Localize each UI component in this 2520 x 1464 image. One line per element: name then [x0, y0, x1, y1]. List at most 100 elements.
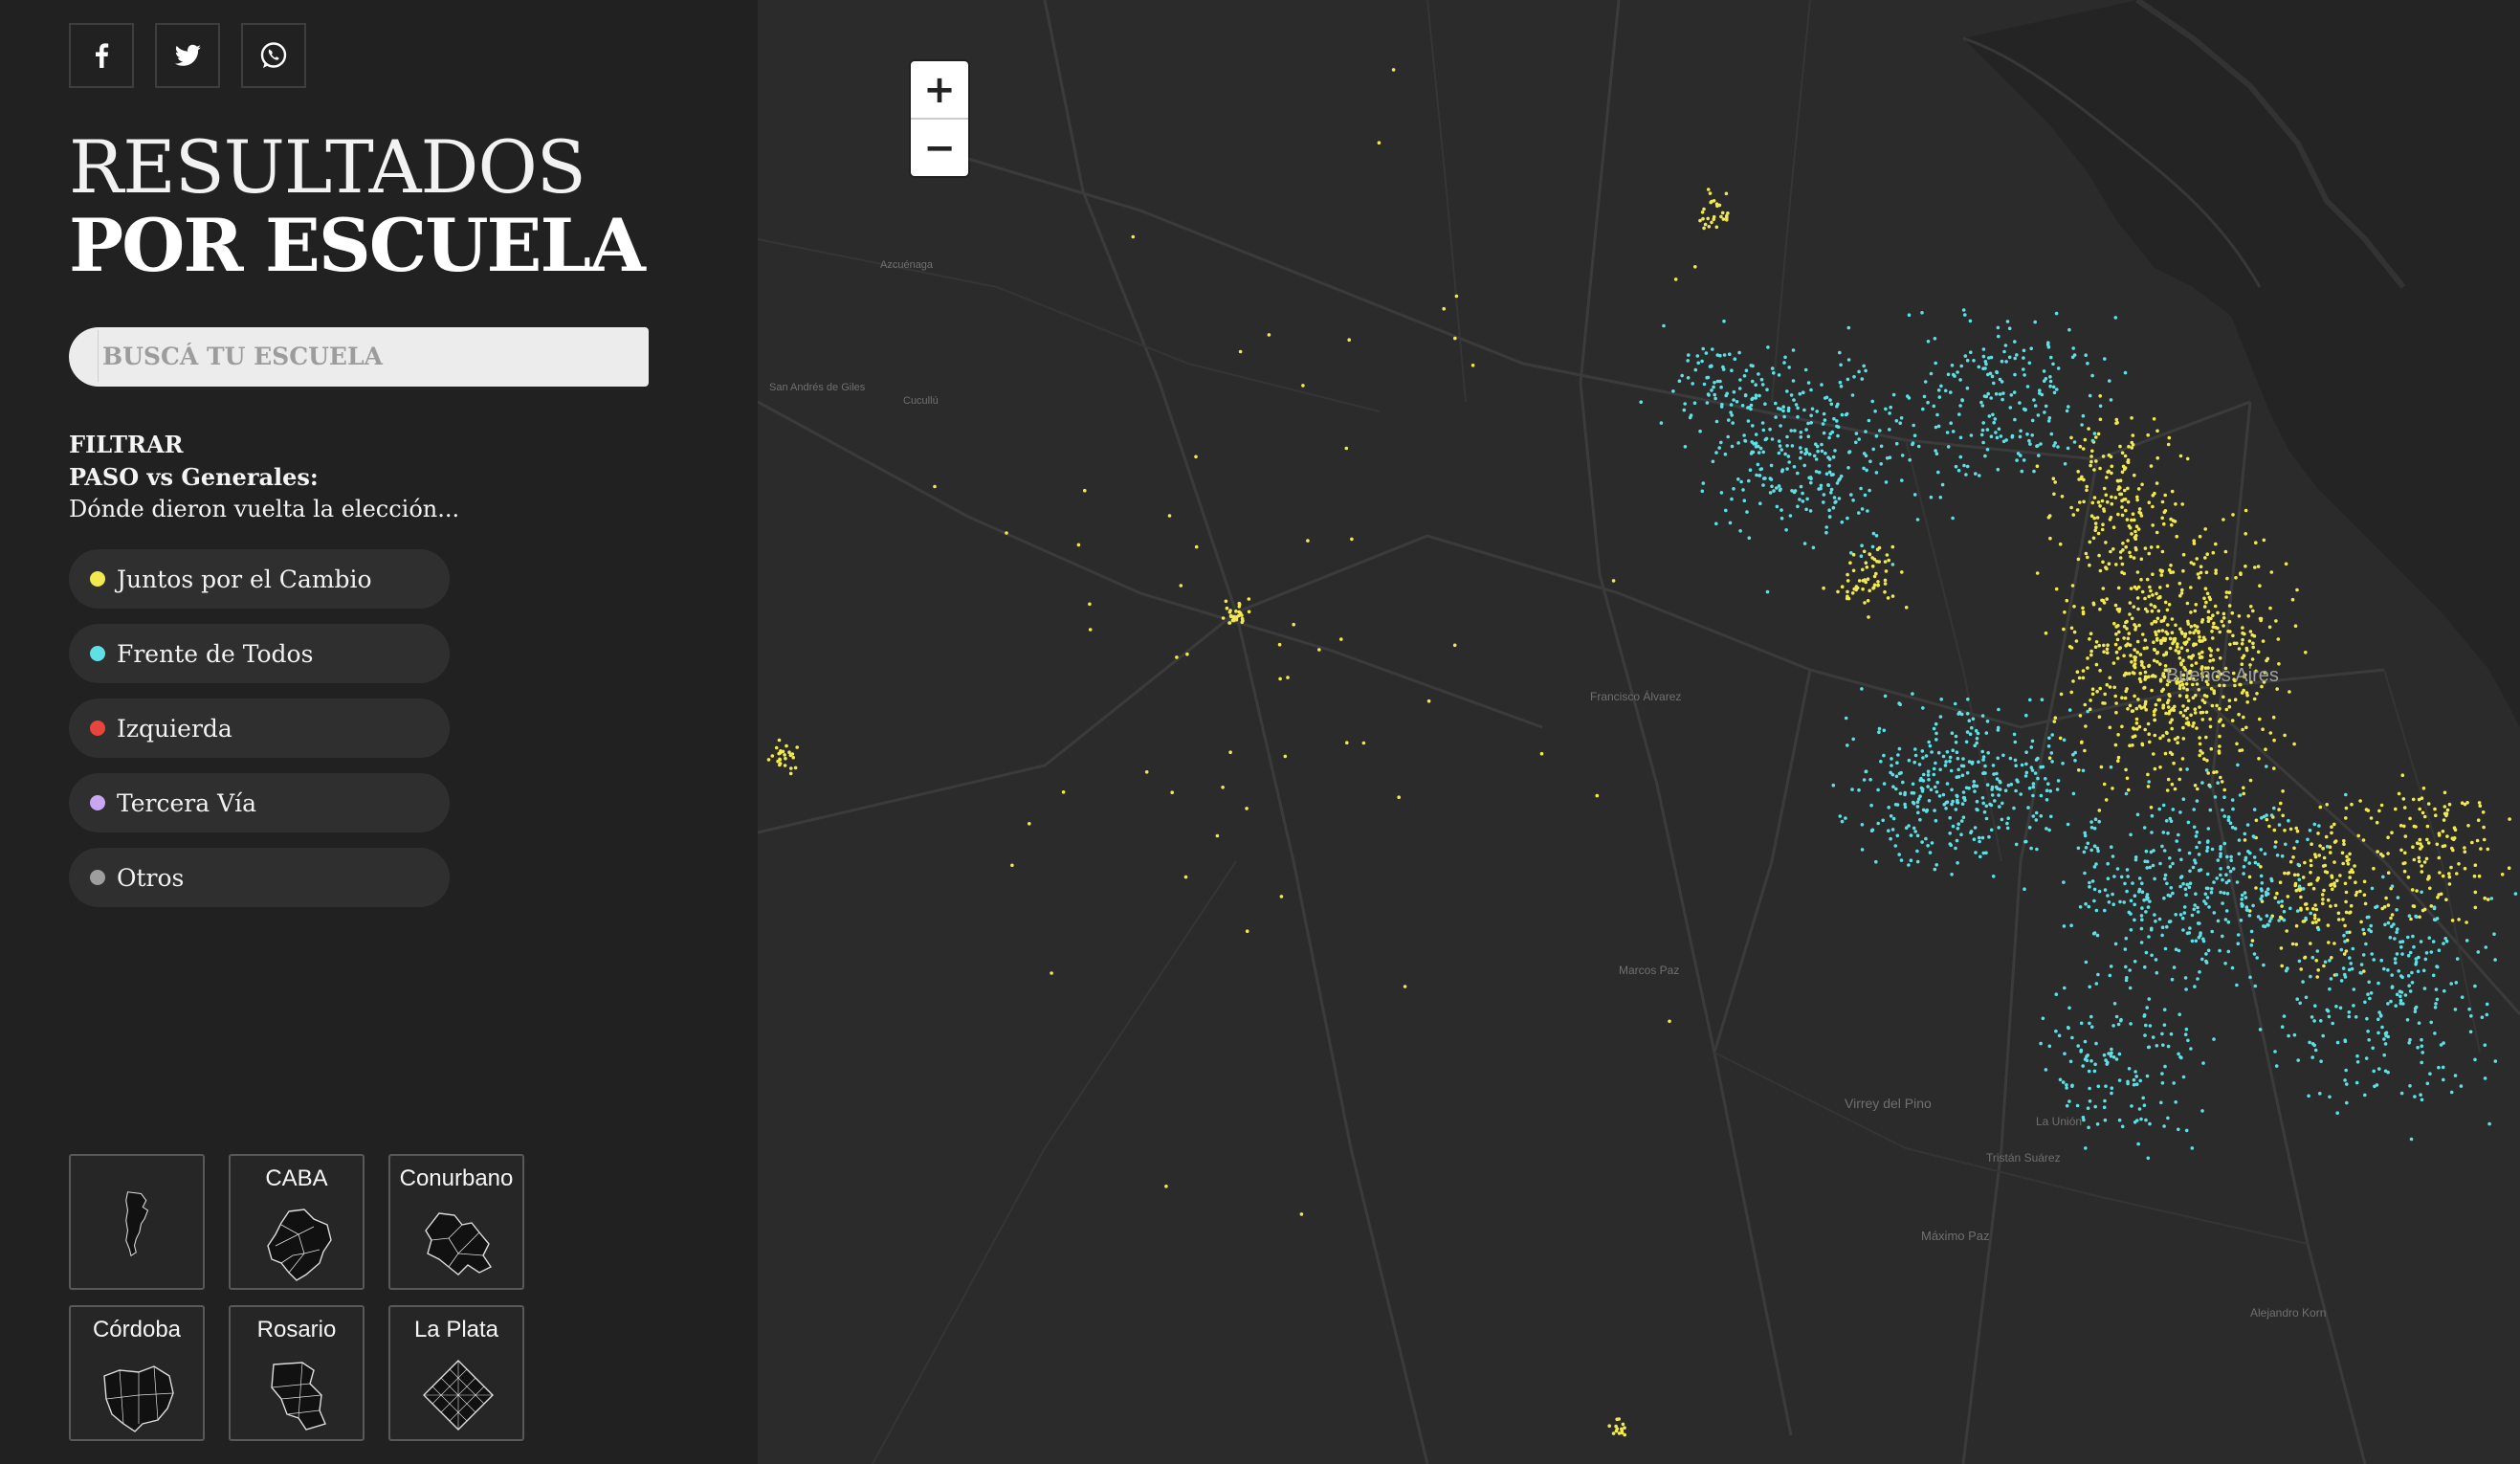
school-dot[interactable] — [2476, 818, 2481, 822]
school-dot[interactable] — [2145, 866, 2149, 870]
school-dot[interactable] — [1877, 545, 1882, 550]
school-dot[interactable] — [2379, 852, 2383, 856]
school-dot[interactable] — [2106, 499, 2110, 504]
school-dot[interactable] — [2013, 758, 2018, 763]
school-dot[interactable] — [2089, 1014, 2093, 1019]
school-dot[interactable] — [2181, 881, 2185, 886]
school-dot[interactable] — [2203, 637, 2207, 642]
school-dot[interactable] — [2205, 896, 2210, 899]
school-dot[interactable] — [2059, 692, 2064, 697]
school-dot[interactable] — [1802, 463, 1806, 468]
school-dot[interactable] — [1801, 499, 1805, 503]
school-dot[interactable] — [2193, 784, 2198, 787]
school-dot[interactable] — [2102, 1105, 2107, 1110]
school-dot[interactable] — [1862, 466, 1866, 471]
school-dot[interactable] — [2228, 821, 2233, 825]
school-dot[interactable] — [2210, 703, 2215, 708]
school-dot[interactable] — [2227, 704, 2232, 709]
school-dot[interactable] — [2225, 892, 2230, 896]
school-dot[interactable] — [2161, 687, 2165, 692]
school-dot[interactable] — [1792, 465, 1797, 469]
school-dot[interactable] — [2405, 1018, 2410, 1022]
school-dot[interactable] — [2273, 896, 2277, 899]
school-dot[interactable] — [1921, 772, 1926, 777]
school-dot[interactable] — [1611, 1431, 1616, 1435]
school-dot[interactable] — [2022, 458, 2026, 462]
school-dot[interactable] — [2420, 845, 2424, 849]
school-dot[interactable] — [1983, 366, 1987, 370]
school-dot[interactable] — [2397, 791, 2401, 796]
school-dot[interactable] — [2144, 1023, 2148, 1028]
school-dot[interactable] — [2221, 901, 2224, 905]
school-dot[interactable] — [1377, 141, 1382, 144]
school-dot[interactable] — [2443, 844, 2447, 848]
school-dot[interactable] — [2228, 642, 2232, 647]
school-dot[interactable] — [2151, 523, 2155, 527]
school-dot[interactable] — [1897, 853, 1901, 856]
school-dot[interactable] — [1830, 430, 1835, 434]
school-dot[interactable] — [1986, 391, 1990, 396]
school-dot[interactable] — [2052, 720, 2057, 723]
school-dot[interactable] — [2161, 1043, 2165, 1047]
school-dot[interactable] — [2181, 737, 2186, 741]
school-dot[interactable] — [2214, 568, 2218, 572]
school-dot[interactable] — [2230, 719, 2235, 722]
school-dot[interactable] — [2136, 698, 2140, 701]
school-dot[interactable] — [2023, 774, 2028, 778]
school-dot[interactable] — [2463, 866, 2467, 871]
school-dot[interactable] — [1701, 216, 1705, 221]
school-dot[interactable] — [1747, 536, 1752, 540]
school-dot[interactable] — [2420, 870, 2424, 874]
school-dot[interactable] — [1975, 737, 1979, 741]
school-dot[interactable] — [2222, 616, 2226, 620]
school-dot[interactable] — [1907, 863, 1911, 867]
school-dot[interactable] — [2222, 841, 2227, 846]
school-dot[interactable] — [1937, 794, 1942, 798]
school-dot[interactable] — [2169, 886, 2174, 890]
school-dot[interactable] — [2402, 806, 2407, 810]
school-dot[interactable] — [2237, 852, 2242, 856]
school-dot[interactable] — [2058, 1077, 2063, 1082]
school-dot[interactable] — [2109, 398, 2113, 402]
school-dot[interactable] — [2178, 810, 2182, 814]
school-dot[interactable] — [1963, 354, 1968, 358]
school-dot[interactable] — [1772, 371, 1776, 375]
school-dot[interactable] — [2130, 518, 2133, 522]
school-dot[interactable] — [2292, 846, 2296, 851]
school-dot[interactable] — [1703, 222, 1708, 227]
school-dot[interactable] — [2233, 827, 2238, 831]
school-dot[interactable] — [2124, 936, 2129, 941]
school-dot[interactable] — [2330, 874, 2333, 878]
school-dot[interactable] — [1927, 799, 1932, 803]
school-dot[interactable] — [2412, 944, 2416, 949]
school-dot[interactable] — [2154, 708, 2157, 712]
school-dot[interactable] — [2309, 882, 2313, 886]
school-dot[interactable] — [1847, 450, 1852, 454]
school-dot[interactable] — [2078, 905, 2083, 909]
school-dot[interactable] — [2049, 814, 2053, 819]
school-dot[interactable] — [2332, 822, 2336, 827]
school-dot[interactable] — [2113, 942, 2118, 946]
school-dot[interactable] — [1889, 814, 1893, 818]
school-dot[interactable] — [2030, 768, 2035, 772]
school-dot[interactable] — [2114, 421, 2118, 426]
school-dot[interactable] — [2218, 630, 2222, 634]
school-dot[interactable] — [2174, 913, 2177, 917]
school-dot[interactable] — [2175, 534, 2178, 539]
school-dot[interactable] — [2210, 887, 2214, 891]
school-dot[interactable] — [2195, 799, 2199, 803]
school-dot[interactable] — [1700, 211, 1705, 214]
school-dot[interactable] — [2332, 860, 2336, 864]
school-dot[interactable] — [1944, 760, 1948, 764]
school-dot[interactable] — [2256, 565, 2261, 568]
school-dot[interactable] — [2053, 716, 2058, 720]
school-dot[interactable] — [1980, 714, 1985, 718]
school-dot[interactable] — [2243, 891, 2247, 895]
school-dot[interactable] — [2114, 710, 2118, 715]
school-dot[interactable] — [2422, 987, 2427, 990]
school-dot[interactable] — [1539, 751, 1544, 756]
school-dot[interactable] — [2323, 960, 2328, 965]
school-dot[interactable] — [2032, 398, 2036, 402]
school-dot[interactable] — [1980, 428, 1985, 433]
school-dot[interactable] — [2144, 950, 2149, 955]
